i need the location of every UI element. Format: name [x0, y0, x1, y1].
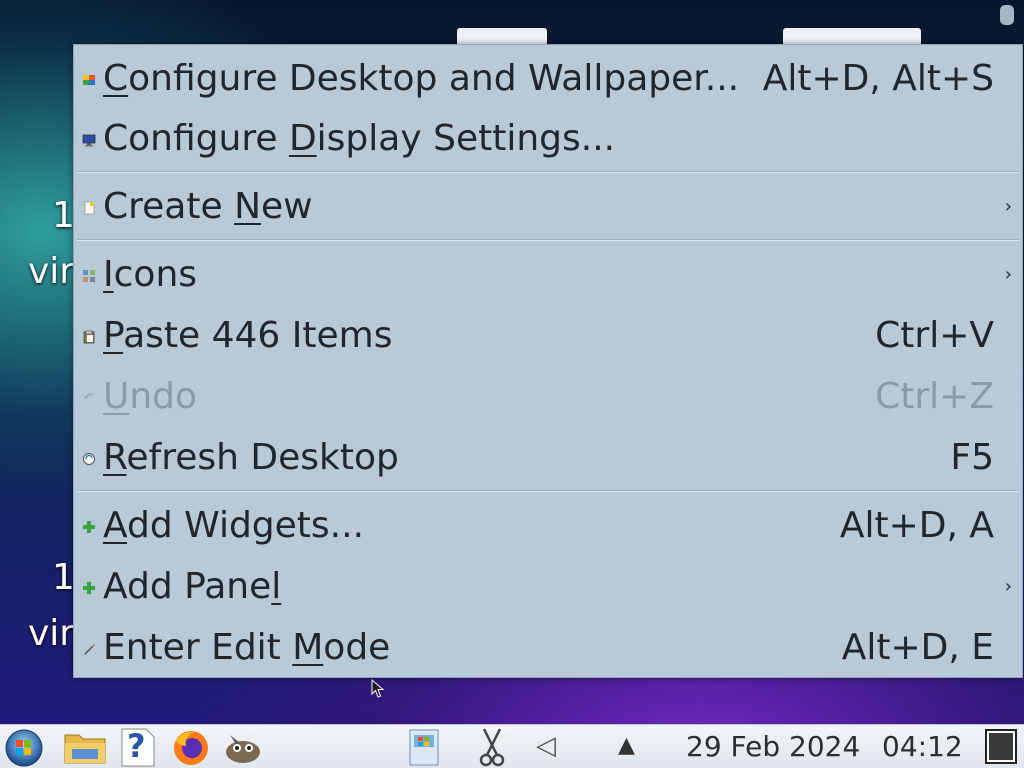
taskbar-file-manager[interactable]: [62, 727, 108, 767]
taskbar: ? ◁ ▲ 29 Feb 2024 04:12: [0, 724, 1024, 768]
file-manager-icon: [64, 734, 106, 764]
edit-pen-icon: [84, 644, 95, 655]
menu-separator: [77, 239, 1019, 241]
desktop-icon-label[interactable]: 1: [52, 198, 75, 234]
menu-item-shortcut: Ctrl+V: [875, 315, 994, 356]
show-desktop-button[interactable]: [982, 727, 1020, 767]
menu-item-shortcut: Alt+D, E: [841, 627, 994, 668]
menu-item-add-panel[interactable]: Add Panel ›: [74, 559, 1022, 615]
add-icon: [83, 521, 95, 533]
undo-icon: [84, 393, 94, 399]
taskbar-gimp[interactable]: [220, 727, 266, 767]
submenu-arrow-icon: ›: [1004, 576, 1012, 597]
menu-item-shortcut: F5: [950, 437, 994, 478]
taskbar-document-app[interactable]: [404, 727, 444, 767]
menu-item-icons[interactable]: Icons ›: [74, 247, 1022, 303]
menu-item-configure-desktop[interactable]: Configure Desktop and Wallpaper... Alt+D…: [74, 51, 1022, 107]
add-icon: [83, 582, 95, 594]
paste-icon: [83, 330, 95, 344]
taskbar-help[interactable]: ?: [118, 727, 158, 767]
tray-expand-icon: ▲: [618, 733, 635, 758]
icons-grid-icon: [83, 270, 95, 282]
show-desktop-icon: [985, 729, 1017, 764]
tray-expand-button[interactable]: ▲: [614, 727, 646, 767]
help-question-mark: ?: [127, 727, 146, 765]
menu-item-create-new[interactable]: Create New ›: [74, 179, 1022, 235]
menu-item-enter-edit-mode[interactable]: Enter Edit Mode Alt+D, E: [74, 620, 1022, 676]
volume-button[interactable]: ◁: [532, 727, 562, 767]
volume-icon: ◁: [536, 731, 556, 761]
menu-separator: [77, 171, 1019, 173]
menu-item-refresh-desktop[interactable]: Refresh Desktop F5: [74, 430, 1022, 486]
menu-item-shortcut: Ctrl+Z: [875, 376, 994, 417]
firefox-icon: [174, 731, 208, 765]
menu-item-shortcut: Alt+D, Alt+S: [762, 58, 994, 99]
menu-item-undo[interactable]: Undo Ctrl+Z: [74, 369, 1022, 425]
clock-date[interactable]: 29 Feb 2024: [686, 731, 860, 763]
menu-item-paste[interactable]: Paste 446 Items Ctrl+V: [74, 308, 1022, 364]
desktop-scroll-handle[interactable]: [1000, 5, 1014, 25]
submenu-arrow-icon: ›: [1004, 264, 1012, 285]
menu-separator: [77, 490, 1019, 492]
mouse-cursor-icon: [371, 679, 385, 698]
new-document-icon: [84, 201, 95, 215]
desktop-icon-label[interactable]: vir: [28, 254, 74, 290]
document-icon: [409, 729, 439, 766]
display-icon: [82, 134, 96, 147]
desktop-wallpaper-icon: [83, 75, 95, 85]
clock-time[interactable]: 04:12: [882, 731, 963, 763]
start-orb-icon: [5, 729, 43, 767]
desktop-icon-label[interactable]: 1: [52, 560, 75, 596]
desktop-context-menu: Configure Desktop and Wallpaper... Alt+D…: [73, 44, 1023, 678]
gimp-icon: [226, 735, 260, 763]
refresh-icon: [83, 453, 95, 465]
scissors-icon: [479, 728, 505, 767]
desktop-icon-label[interactable]: vir: [28, 616, 74, 652]
start-menu-button[interactable]: [2, 727, 46, 767]
submenu-arrow-icon: ›: [1004, 196, 1012, 217]
menu-item-shortcut: Alt+D, A: [839, 505, 994, 546]
menu-item-add-widgets[interactable]: Add Widgets... Alt+D, A: [74, 498, 1022, 554]
menu-item-configure-display[interactable]: Configure Display Settings...: [74, 111, 1022, 167]
taskbar-screenshot-tool[interactable]: [470, 727, 514, 767]
taskbar-firefox[interactable]: [168, 727, 214, 767]
